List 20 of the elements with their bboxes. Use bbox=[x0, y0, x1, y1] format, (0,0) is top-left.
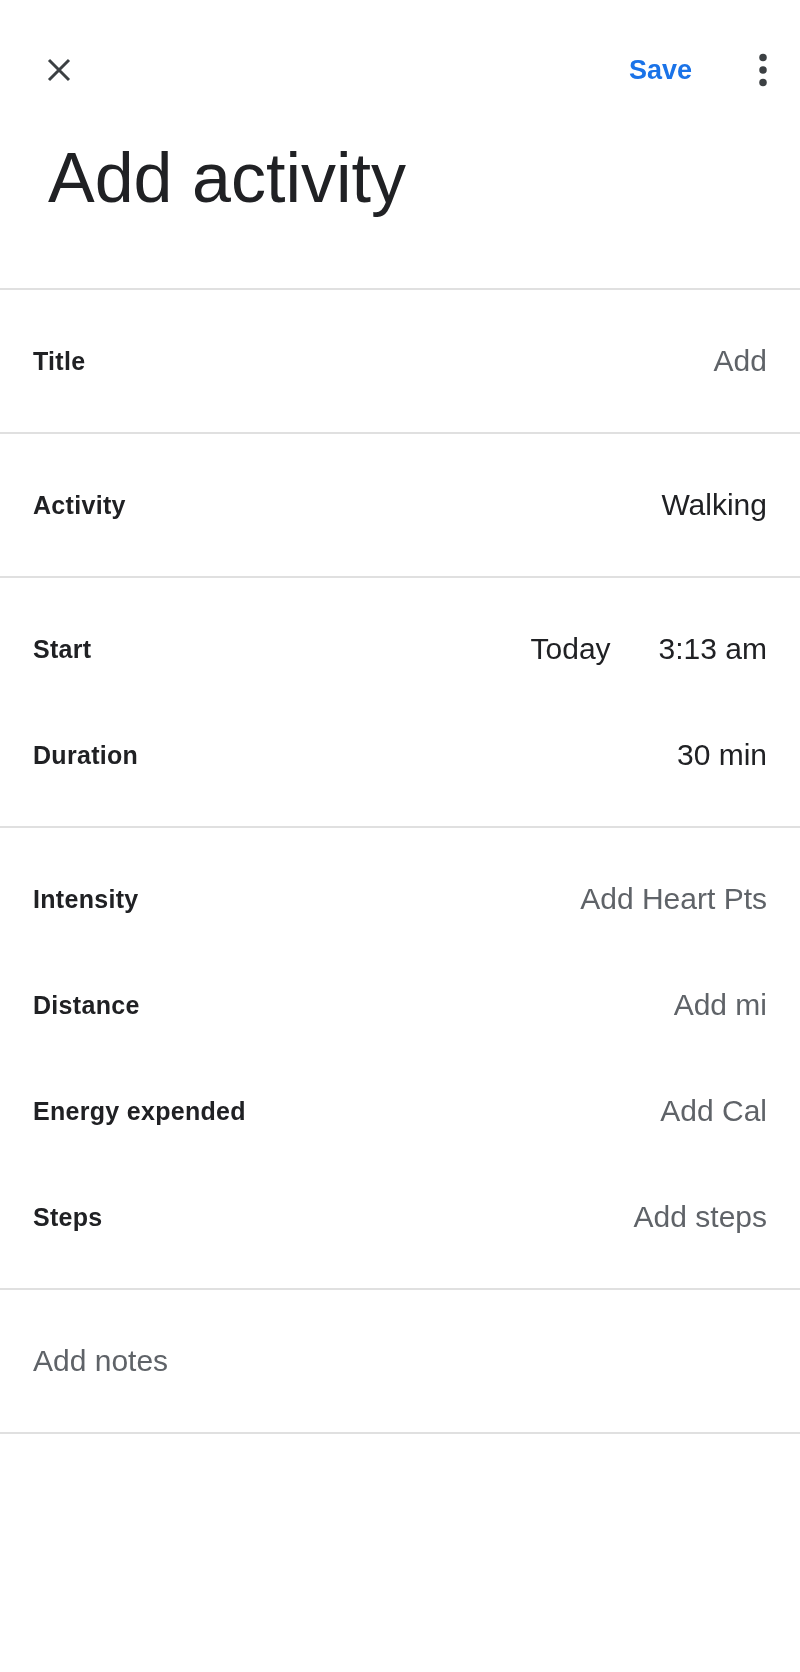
field-value[interactable]: Walking bbox=[661, 488, 767, 522]
field-label: Start bbox=[33, 634, 92, 664]
field-label: Duration bbox=[33, 740, 139, 770]
field-placeholder[interactable]: Add Heart Pts bbox=[580, 882, 767, 916]
field-label: Distance bbox=[33, 990, 140, 1020]
field-label: Activity bbox=[33, 490, 126, 520]
save-button[interactable]: Save bbox=[620, 50, 700, 90]
field-label: Energy expended bbox=[33, 1096, 246, 1126]
field-label: Intensity bbox=[33, 884, 139, 914]
field-value[interactable]: Today bbox=[530, 632, 611, 666]
field-placeholder[interactable]: Add mi bbox=[673, 988, 767, 1022]
page-title: Add activity bbox=[48, 138, 407, 219]
field-value[interactable]: 30 min bbox=[676, 738, 767, 772]
field-value[interactable]: 3:13 am bbox=[658, 632, 767, 666]
field-label: Steps bbox=[33, 1202, 103, 1232]
field-placeholder[interactable]: Add steps bbox=[633, 1200, 767, 1234]
field-label: Title bbox=[33, 346, 86, 376]
field-placeholder[interactable]: Add Cal bbox=[660, 1094, 767, 1128]
more-options-icon[interactable] bbox=[758, 53, 768, 87]
field-placeholder[interactable]: Add bbox=[713, 344, 767, 378]
